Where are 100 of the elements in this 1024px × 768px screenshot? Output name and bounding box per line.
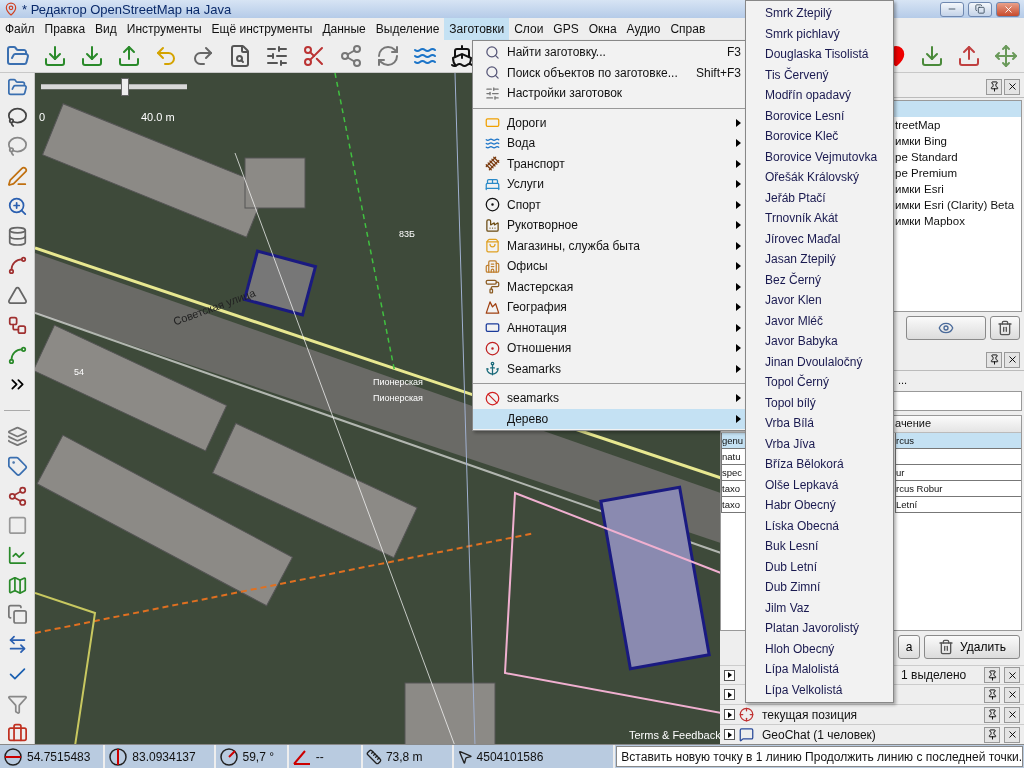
close-button[interactable]	[1004, 686, 1020, 703]
menu-item[interactable]: Аудио	[621, 18, 666, 40]
sliders-icon[interactable]	[265, 44, 289, 68]
menu-item[interactable]: Поиск объектов по заготовке... Shift+F3	[473, 62, 745, 83]
menu-item[interactable]: Jeřáb Ptačí	[746, 187, 893, 208]
menu-item[interactable]: Настройки заготовок	[473, 83, 745, 104]
menu-item[interactable]: Buk Lesní	[746, 536, 893, 557]
file-search-icon[interactable]	[228, 44, 252, 68]
tag-icon[interactable]	[6, 455, 28, 477]
slider-thumb[interactable]	[120, 78, 129, 96]
menu-item[interactable]: Javor Mléč	[746, 310, 893, 331]
move-icon[interactable]	[994, 44, 1018, 68]
menu-item[interactable]: Вид	[90, 18, 122, 40]
pin-button[interactable]	[986, 78, 1002, 95]
chart-icon[interactable]	[6, 545, 28, 566]
copy-icon[interactable]	[6, 604, 28, 626]
menu-item[interactable]: Tis Červený	[746, 64, 893, 85]
menu-item[interactable]: Modřín opadavý	[746, 85, 893, 106]
menu-item[interactable]: GPS	[548, 18, 584, 40]
pin-button[interactable]	[986, 351, 1002, 368]
menu-item[interactable]: Smrk pichlavý	[746, 23, 893, 44]
lasso-icon[interactable]	[6, 106, 28, 128]
menu-item[interactable]: Hloh Obecný	[746, 638, 893, 659]
pin-button[interactable]	[984, 686, 1000, 703]
nodes-icon[interactable]	[6, 255, 28, 277]
menu-item[interactable]: Инструменты	[121, 18, 207, 40]
map-icon[interactable]	[6, 574, 28, 596]
pin-button[interactable]	[984, 706, 1000, 723]
visibility-button[interactable]	[906, 316, 986, 341]
delete-button[interactable]	[990, 316, 1020, 341]
expand-toggle[interactable]	[724, 729, 735, 741]
nodes-icon[interactable]	[6, 314, 28, 336]
close-button[interactable]	[1004, 78, 1020, 95]
menu-item[interactable]: Platan Javorolistý	[746, 618, 893, 639]
menu-item[interactable]: Jinan Dvoulaločný	[746, 351, 893, 372]
menu-item[interactable]: Smrk Ztepilý	[746, 3, 893, 24]
scissors-icon[interactable]	[302, 44, 326, 68]
menu-item[interactable]: Lípa Velkolistá	[746, 679, 893, 700]
expand-toggle[interactable]	[724, 669, 735, 681]
menu-item[interactable]: Найти заготовку... F3	[473, 42, 745, 63]
menu-item[interactable]: Ещё инструменты	[206, 18, 318, 40]
ship-icon[interactable]	[450, 44, 474, 68]
menu-item[interactable]: Douglaska Tisolistá	[746, 44, 893, 65]
restore-button[interactable]	[968, 1, 992, 17]
menu-item[interactable]: Слои	[509, 18, 549, 40]
menu-item[interactable]: Ořešák Královský	[746, 167, 893, 188]
menu-item[interactable]: Topol bílý	[746, 392, 893, 413]
layers-icon[interactable]	[6, 426, 28, 447]
menu-item[interactable]: Dub Zimní	[746, 577, 893, 598]
folder-icon[interactable]	[6, 44, 30, 68]
menu-item[interactable]: Справ	[665, 18, 711, 40]
refresh-icon[interactable]	[376, 44, 400, 68]
menu-item[interactable]: Olše Lepkavá	[746, 474, 893, 495]
menu-item[interactable]: Jilm Vaz	[746, 597, 893, 618]
menu-item[interactable]: Jírovec Maďal	[746, 228, 893, 249]
menu-item[interactable]: Данные	[317, 18, 371, 40]
nodes-icon[interactable]	[6, 485, 28, 507]
menu-item[interactable]: Borovice Lesní	[746, 105, 893, 126]
menu-item[interactable]: Líska Obecná	[746, 515, 893, 536]
pin-button[interactable]	[984, 726, 1000, 743]
cylinder-icon[interactable]	[6, 225, 28, 247]
download-icon[interactable]	[43, 44, 67, 68]
delete-button[interactable]: Удалить	[924, 634, 1020, 659]
menu-item[interactable]: Trnovník Akát	[746, 208, 893, 229]
upload-icon[interactable]	[117, 44, 141, 68]
expand-toggle[interactable]	[724, 709, 735, 721]
menu-item[interactable]: Файл	[0, 18, 40, 40]
menu-item[interactable]: Окна	[583, 18, 622, 40]
close-button[interactable]	[1004, 667, 1020, 684]
close-button[interactable]	[1004, 351, 1020, 368]
menu-item[interactable]: Правка	[39, 18, 91, 40]
upload-icon[interactable]	[957, 44, 981, 68]
pencil-icon[interactable]	[6, 166, 28, 187]
minimize-button[interactable]	[940, 1, 964, 17]
menu-item[interactable]: Дерево	[473, 408, 745, 429]
menu-item[interactable]: Lípa Malolistá	[746, 659, 893, 680]
folder-icon[interactable]	[6, 77, 28, 98]
menu-item[interactable]: Borovice Kleč	[746, 126, 893, 147]
curve-icon[interactable]	[6, 344, 28, 366]
menu-item[interactable]: Dub Letní	[746, 556, 893, 577]
redo-icon[interactable]	[191, 44, 215, 68]
menu-item[interactable]: Bez Černý	[746, 269, 893, 290]
zoom-icon[interactable]	[6, 195, 28, 217]
menu-item[interactable]: Выделение	[370, 18, 445, 40]
menu-item[interactable]: Vrba Bílá	[746, 413, 893, 434]
download-icon[interactable]	[80, 44, 104, 68]
nodes-icon[interactable]	[339, 44, 363, 68]
triangle-icon[interactable]	[6, 285, 28, 306]
menu-item[interactable]: Habr Obecný	[746, 495, 893, 516]
expand-toggle[interactable]	[724, 689, 735, 701]
pin-button[interactable]	[984, 667, 1000, 684]
close-button[interactable]	[1004, 706, 1020, 723]
filter-icon[interactable]	[6, 693, 28, 715]
menu-item[interactable]: Borovice Vejmutovka	[746, 146, 893, 167]
menu-item[interactable]: Заготовки	[444, 18, 510, 40]
close-button[interactable]	[1004, 726, 1020, 743]
menu-item[interactable]: Javor Klen	[746, 290, 893, 311]
download-icon[interactable]	[920, 44, 944, 68]
menu-item[interactable]: Topol Černý	[746, 372, 893, 393]
menu-item[interactable]: Bříza Bělokorá	[746, 454, 893, 475]
